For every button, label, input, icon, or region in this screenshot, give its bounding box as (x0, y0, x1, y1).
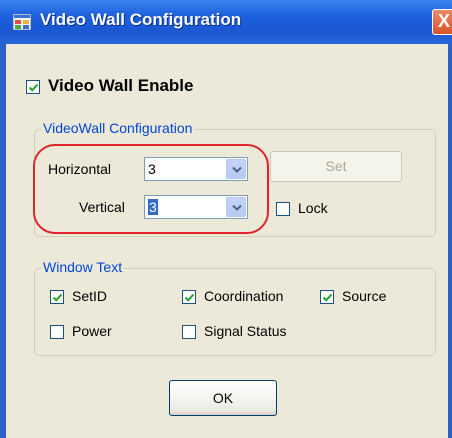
setid-checkbox[interactable] (50, 290, 64, 304)
checkmark-icon (52, 293, 63, 302)
checkmark-icon (28, 83, 39, 92)
set-button[interactable]: Set (270, 151, 402, 182)
close-icon: X (438, 11, 451, 31)
dialog-window: Video Wall Configuration X Video Wall En… (0, 0, 452, 438)
title-bar[interactable]: Video Wall Configuration X (0, 0, 452, 44)
dialog-body: Video Wall Enable VideoWall Configuratio… (6, 44, 448, 438)
ok-button[interactable]: OK (169, 380, 277, 416)
power-label: Power (72, 323, 112, 339)
power-checkbox[interactable] (50, 325, 64, 339)
videowall-configuration-title: VideoWall Configuration (41, 120, 195, 136)
setid-label: SetID (72, 288, 108, 304)
window-text-title: Window Text (41, 259, 125, 275)
close-button[interactable]: X (432, 9, 452, 35)
coordination-label: Coordination (204, 288, 284, 304)
source-checkbox[interactable] (320, 290, 334, 304)
window-text-group (34, 268, 436, 356)
signal-status-checkbox[interactable] (182, 325, 196, 339)
coordination-checkbox[interactable] (182, 290, 196, 304)
checkmark-icon (184, 293, 195, 302)
window-title: Video Wall Configuration (40, 10, 242, 29)
lock-label: Lock (298, 200, 328, 216)
app-window-icon (13, 14, 31, 30)
video-wall-enable-checkbox[interactable] (26, 80, 40, 94)
checkmark-icon (322, 293, 333, 302)
signal-status-label: Signal Status (204, 323, 287, 339)
lock-checkbox[interactable] (276, 202, 290, 216)
video-wall-enable-label: Video Wall Enable (48, 76, 194, 95)
highlight-annotation (33, 144, 269, 234)
source-label: Source (342, 288, 387, 304)
